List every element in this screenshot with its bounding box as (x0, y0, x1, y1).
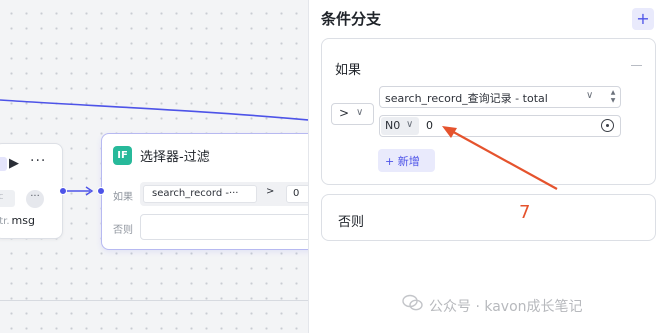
field-more-icon[interactable]: ··· (26, 190, 44, 208)
watermark-text: 公众号 · kavon成长笔记 (429, 299, 583, 315)
output-type: str. (0, 216, 10, 227)
input-port[interactable] (97, 187, 105, 195)
field-ghost: ic (0, 190, 15, 207)
canvas-divider (0, 300, 308, 301)
condition-row[interactable]: search_record -··· > 0 (140, 182, 320, 206)
node-type-tag (0, 157, 7, 171)
else-branch-card: 否则 (321, 194, 656, 241)
else-row-label: 否则 (113, 225, 133, 236)
if-badge-icon: IF (113, 146, 132, 165)
panel-title: 条件分支 (321, 10, 382, 28)
variable-separator: - (511, 92, 523, 105)
variable-name: search_record_查询记录 (385, 92, 512, 105)
collapse-icon[interactable] (631, 65, 642, 66)
operator-value: > (339, 106, 350, 120)
add-condition-button[interactable]: + 新增 (378, 149, 435, 172)
chevron-down-icon: ∨ (586, 90, 594, 101)
output-port[interactable] (59, 187, 67, 195)
condition-panel: 条件分支 + 如果 > ∨ search_record_查询记录 - total… (308, 0, 657, 333)
variable-reference-icon[interactable] (601, 119, 614, 132)
value-text[interactable]: 0 (426, 119, 433, 132)
else-label: 否则 (338, 215, 365, 230)
condition-operator: > (266, 186, 275, 197)
chevron-down-icon: ∨ (356, 107, 364, 118)
watermark: 公众号 · kavon成长笔记 (402, 296, 583, 316)
variable-select[interactable]: search_record_查询记录 - total ∨ ▲ ▼ (379, 86, 621, 108)
if-row-label: 如果 (113, 192, 133, 203)
value-input[interactable]: N0 ∨ 0 (379, 115, 621, 137)
add-branch-button[interactable]: + (632, 8, 654, 30)
chevron-down-icon: ∨ (406, 119, 414, 130)
play-icon[interactable]: ▶ (9, 156, 19, 171)
output-name: msg (11, 214, 35, 227)
condition-variable[interactable]: search_record -··· (143, 185, 257, 203)
upstream-node[interactable]: ▶ ··· ic ··· str.msg (0, 143, 63, 239)
if-branch-card: 如果 > ∨ search_record_查询记录 - total ∨ ▲ ▼ N… (321, 38, 656, 185)
stepper-icon[interactable]: ▲ ▼ (608, 89, 618, 105)
value-type-select[interactable]: N0 ∨ (381, 117, 419, 135)
else-row[interactable] (140, 214, 320, 240)
if-label: 如果 (335, 63, 362, 78)
edge-top-curve (0, 99, 321, 122)
output-field: str.msg (0, 214, 35, 227)
variable-field: total (522, 92, 548, 105)
node-title: 选择器-过滤 (140, 150, 210, 165)
more-options-icon[interactable]: ··· (30, 153, 46, 169)
operator-select[interactable]: > ∨ (331, 103, 374, 125)
selector-node[interactable]: IF 选择器-过滤 如果 search_record -··· > 0 否则 (101, 133, 321, 250)
annotation-number: 7 (519, 202, 531, 223)
value-type: N0 (385, 119, 401, 132)
